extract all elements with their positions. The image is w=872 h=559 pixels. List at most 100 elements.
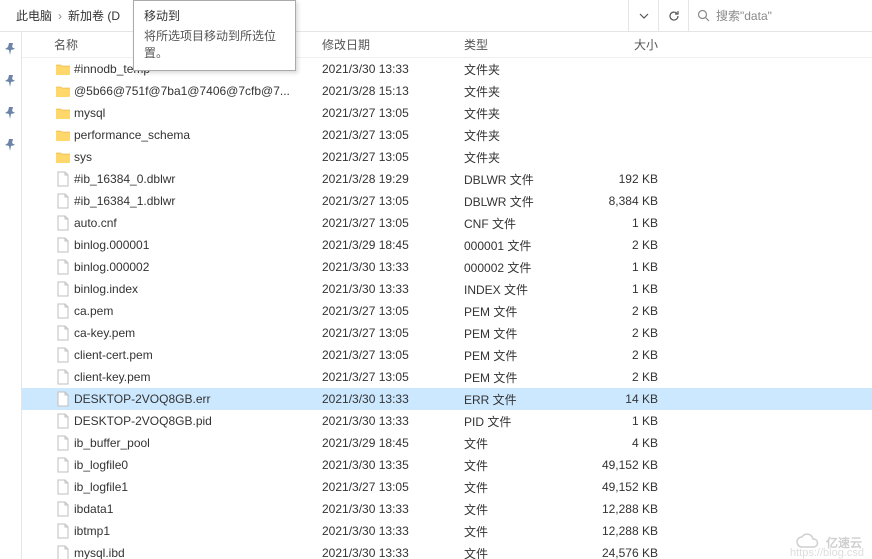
file-date: 2021/3/30 13:33 xyxy=(322,62,464,76)
file-size: 49,152 KB xyxy=(582,458,670,472)
file-name: client-key.pem xyxy=(74,370,322,384)
file-icon xyxy=(54,237,72,253)
file-type: 文件 xyxy=(464,545,582,559)
file-type: PEM 文件 xyxy=(464,303,582,320)
file-size: 49,152 KB xyxy=(582,480,670,494)
file-row[interactable]: client-key.pem2021/3/27 13:05PEM 文件2 KB xyxy=(22,366,872,388)
file-name: ca-key.pem xyxy=(74,326,322,340)
file-name: #ib_16384_0.dblwr xyxy=(74,172,322,186)
file-row[interactable]: binlog.index2021/3/30 13:33INDEX 文件1 KB xyxy=(22,278,872,300)
file-name: ibtmp1 xyxy=(74,524,322,538)
file-row[interactable]: mysql.ibd2021/3/30 13:33文件24,576 KB xyxy=(22,542,872,559)
file-row[interactable]: ibdata12021/3/30 13:33文件12,288 KB xyxy=(22,498,872,520)
tooltip-title: 移动到 xyxy=(144,7,285,24)
search-input[interactable]: 搜索"data" xyxy=(688,0,868,31)
file-row[interactable]: #ib_16384_1.dblwr2021/3/27 13:05DBLWR 文件… xyxy=(22,190,872,212)
file-type: DBLWR 文件 xyxy=(464,193,582,210)
file-row[interactable]: DESKTOP-2VOQ8GB.pid2021/3/30 13:33PID 文件… xyxy=(22,410,872,432)
file-type: 文件夹 xyxy=(464,61,582,78)
file-row[interactable]: performance_schema2021/3/27 13:05文件夹 xyxy=(22,124,872,146)
file-size: 2 KB xyxy=(582,304,670,318)
file-size: 8,384 KB xyxy=(582,194,670,208)
file-icon xyxy=(54,501,72,517)
file-row[interactable]: sys2021/3/27 13:05文件夹 xyxy=(22,146,872,168)
file-row[interactable]: DESKTOP-2VOQ8GB.err2021/3/30 13:33ERR 文件… xyxy=(22,388,872,410)
file-date: 2021/3/30 13:33 xyxy=(322,392,464,406)
file-type: 文件 xyxy=(464,479,582,496)
file-date: 2021/3/27 13:05 xyxy=(322,304,464,318)
file-row[interactable]: client-cert.pem2021/3/27 13:05PEM 文件2 KB xyxy=(22,344,872,366)
file-type: 文件 xyxy=(464,435,582,452)
file-type: ERR 文件 xyxy=(464,391,582,408)
refresh-button[interactable] xyxy=(658,0,688,31)
file-date: 2021/3/30 13:33 xyxy=(322,502,464,516)
file-icon xyxy=(54,171,72,187)
file-size: 24,576 KB xyxy=(582,546,670,559)
file-date: 2021/3/28 15:13 xyxy=(322,84,464,98)
refresh-icon xyxy=(667,9,681,23)
file-icon xyxy=(54,259,72,275)
file-row[interactable]: @5b66@751f@7ba1@7406@7cfb@7...2021/3/28 … xyxy=(22,80,872,102)
col-type[interactable]: 类型 xyxy=(464,36,582,53)
file-list: #innodb_temp2021/3/30 13:33文件夹@5b66@751f… xyxy=(22,58,872,559)
search-icon xyxy=(697,9,710,22)
file-icon xyxy=(54,545,72,559)
file-date: 2021/3/27 13:05 xyxy=(322,194,464,208)
file-icon xyxy=(54,523,72,539)
file-icon xyxy=(54,281,72,297)
file-date: 2021/3/30 13:33 xyxy=(322,260,464,274)
file-date: 2021/3/30 13:33 xyxy=(322,414,464,428)
file-type: DBLWR 文件 xyxy=(464,171,582,188)
chevron-down-icon xyxy=(639,11,649,21)
file-size: 12,288 KB xyxy=(582,524,670,538)
file-name: mysql xyxy=(74,106,322,120)
breadcrumb-item[interactable]: 新加卷 (D xyxy=(68,7,120,24)
file-name: DESKTOP-2VOQ8GB.pid xyxy=(74,414,322,428)
chevron-right-icon: › xyxy=(58,9,62,23)
file-type: CNF 文件 xyxy=(464,215,582,232)
pin-icon xyxy=(4,106,18,120)
file-size: 1 KB xyxy=(582,216,670,230)
file-type: 文件 xyxy=(464,523,582,540)
file-icon xyxy=(54,325,72,341)
file-row[interactable]: auto.cnf2021/3/27 13:05CNF 文件1 KB xyxy=(22,212,872,234)
file-size: 192 KB xyxy=(582,172,670,186)
file-date: 2021/3/27 13:05 xyxy=(322,480,464,494)
file-date: 2021/3/27 13:05 xyxy=(322,150,464,164)
col-date[interactable]: 修改日期 xyxy=(322,36,464,53)
file-type: 文件夹 xyxy=(464,149,582,166)
file-row[interactable]: ca-key.pem2021/3/27 13:05PEM 文件2 KB xyxy=(22,322,872,344)
folder-icon xyxy=(54,61,72,77)
file-name: ibdata1 xyxy=(74,502,322,516)
file-icon xyxy=(54,391,72,407)
file-name: binlog.000002 xyxy=(74,260,322,274)
dropdown-button[interactable] xyxy=(628,0,658,31)
file-row[interactable]: ib_buffer_pool2021/3/29 18:45文件4 KB xyxy=(22,432,872,454)
file-row[interactable]: binlog.0000012021/3/29 18:45000001 文件2 K… xyxy=(22,234,872,256)
file-row[interactable]: ibtmp12021/3/30 13:33文件12,288 KB xyxy=(22,520,872,542)
breadcrumb-item[interactable]: 此电脑 xyxy=(16,7,52,24)
file-name: ib_logfile0 xyxy=(74,458,322,472)
col-size[interactable]: 大小 xyxy=(582,36,670,53)
breadcrumb[interactable]: 此电脑 › 新加卷 (D xyxy=(4,7,120,24)
file-row[interactable]: ca.pem2021/3/27 13:05PEM 文件2 KB xyxy=(22,300,872,322)
file-row[interactable]: ib_logfile02021/3/30 13:35文件49,152 KB xyxy=(22,454,872,476)
file-size: 2 KB xyxy=(582,238,670,252)
file-row[interactable]: ib_logfile12021/3/27 13:05文件49,152 KB xyxy=(22,476,872,498)
file-icon xyxy=(54,369,72,385)
file-type: 文件 xyxy=(464,501,582,518)
tooltip-body: 将所选项目移动到所选位置。 xyxy=(144,28,285,62)
file-row[interactable]: #ib_16384_0.dblwr2021/3/28 19:29DBLWR 文件… xyxy=(22,168,872,190)
file-date: 2021/3/27 13:05 xyxy=(322,128,464,142)
search-placeholder: 搜索"data" xyxy=(716,7,772,24)
file-row[interactable]: binlog.0000022021/3/30 13:33000002 文件1 K… xyxy=(22,256,872,278)
file-date: 2021/3/27 13:05 xyxy=(322,370,464,384)
file-size: 14 KB xyxy=(582,392,670,406)
file-type: 文件夹 xyxy=(464,83,582,100)
file-name: ib_logfile1 xyxy=(74,480,322,494)
watermark-url: https://blog.csd xyxy=(790,547,864,559)
file-name: @5b66@751f@7ba1@7406@7cfb@7... xyxy=(74,84,322,98)
file-icon xyxy=(54,479,72,495)
file-size: 12,288 KB xyxy=(582,502,670,516)
file-row[interactable]: mysql2021/3/27 13:05文件夹 xyxy=(22,102,872,124)
